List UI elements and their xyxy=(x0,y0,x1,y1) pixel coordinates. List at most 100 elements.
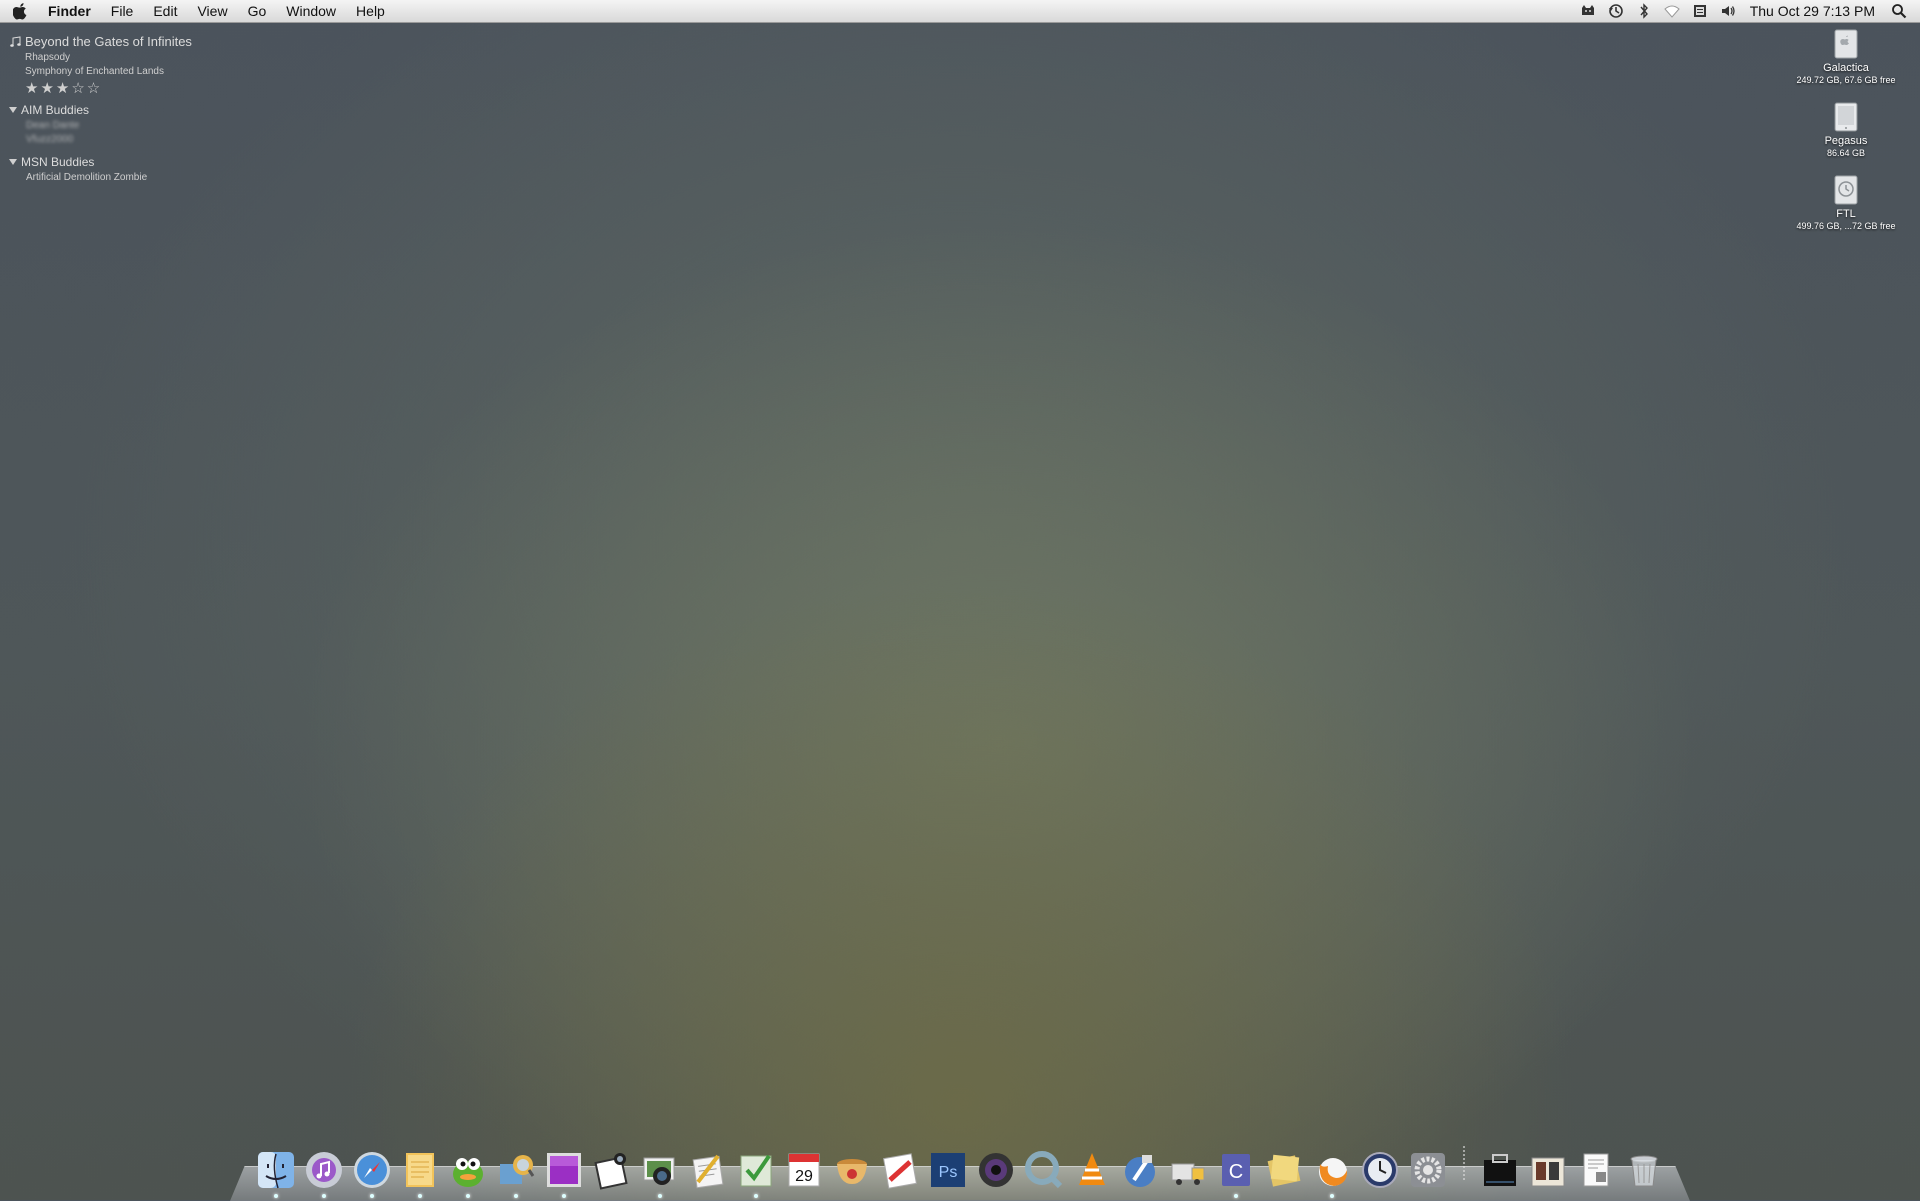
dock-item-adium[interactable] xyxy=(447,1144,489,1198)
running-indicator xyxy=(562,1194,566,1198)
time-machine-icon[interactable] xyxy=(1605,0,1627,22)
now-playing-rating[interactable]: ★★★☆☆ xyxy=(25,79,192,97)
running-indicator xyxy=(754,1194,758,1198)
buddy-group-header[interactable]: MSN Buddies xyxy=(9,155,192,169)
menu-view[interactable]: View xyxy=(187,0,237,22)
photoshop-icon: Ps xyxy=(931,1153,965,1187)
growl-icon[interactable] xyxy=(1577,0,1599,22)
menu-clock[interactable]: Thu Oct 29 7:13 PM xyxy=(1742,3,1885,19)
buddy-item[interactable]: Dean Dante xyxy=(26,120,192,131)
svg-text:C: C xyxy=(1229,1161,1243,1183)
apple-logo-icon xyxy=(12,2,26,19)
drive-pegasus[interactable]: Pegasus 86.64 GB xyxy=(1786,101,1906,158)
cssedit-icon xyxy=(883,1153,917,1189)
bluetooth-icon[interactable] xyxy=(1633,0,1655,22)
now-playing-title[interactable]: Beyond the Gates of Infinites xyxy=(25,34,192,49)
dock-item-xcode[interactable] xyxy=(1119,1144,1161,1190)
buddy-item[interactable]: Artificial Demolition Zombie xyxy=(26,172,192,183)
dock-item-transmit[interactable] xyxy=(1167,1144,1209,1190)
menu-edit[interactable]: Edit xyxy=(143,0,187,22)
transmit-icon xyxy=(1171,1163,1205,1185)
menu-go[interactable]: Go xyxy=(238,0,277,22)
preview-icon xyxy=(594,1153,628,1190)
disclosure-triangle-icon[interactable] xyxy=(9,107,17,113)
purple-app-icon xyxy=(547,1153,581,1187)
running-indicator xyxy=(274,1194,278,1198)
time-machine-drive-icon xyxy=(1834,175,1858,205)
dock-stack-downloads[interactable] xyxy=(1575,1144,1617,1190)
dock-item-vlc[interactable] xyxy=(1071,1144,1113,1190)
aperture-icon xyxy=(979,1153,1013,1187)
firefox-icon xyxy=(1319,1158,1348,1186)
buddy-group-name: MSN Buddies xyxy=(21,155,95,169)
dock-trash[interactable] xyxy=(1623,1144,1665,1190)
dock-item-safari[interactable] xyxy=(351,1144,393,1198)
safari-icon xyxy=(354,1152,390,1188)
running-indicator xyxy=(370,1194,374,1198)
drive-info: 86.64 GB xyxy=(1826,148,1866,158)
drive-info: 249.72 GB, 67.6 GB free xyxy=(1796,75,1896,85)
dock-item-purple-app[interactable] xyxy=(543,1144,585,1198)
menu-window[interactable]: Window xyxy=(276,0,346,22)
now-playing-album: Symphony of Enchanted Lands xyxy=(25,66,164,77)
spotlight-search-icon[interactable] xyxy=(1888,0,1910,22)
buddy-group-msn: MSN Buddies Artificial Demolition Zombie xyxy=(9,155,192,183)
system-preferences-icon xyxy=(1411,1153,1445,1187)
drive-name: Galactica xyxy=(1823,62,1869,74)
external-drive-icon xyxy=(1834,102,1858,132)
dock-item-firefox[interactable] xyxy=(1311,1144,1353,1198)
dock-item-coffee[interactable] xyxy=(831,1144,873,1190)
now-playing-title-row: Beyond the Gates of Infinites xyxy=(9,34,192,49)
dock-item-preview[interactable] xyxy=(591,1144,633,1190)
dock-item-finder[interactable] xyxy=(255,1144,297,1198)
dock-item-iphoto[interactable] xyxy=(639,1144,681,1198)
running-indicator xyxy=(658,1194,662,1198)
dock-item-things[interactable] xyxy=(735,1144,777,1198)
wifi-icon[interactable] xyxy=(1661,0,1683,22)
adium-icon xyxy=(453,1158,483,1187)
buddy-group-aim: AIM Buddies Dean Dante Vfuzz2000 xyxy=(9,103,192,145)
ical-icon: 29 xyxy=(788,1153,820,1187)
dock-item-time-machine[interactable] xyxy=(1359,1144,1401,1190)
keyboard-input-icon[interactable] xyxy=(1689,0,1711,22)
running-indicator xyxy=(466,1194,470,1198)
cyberduck-icon xyxy=(500,1155,535,1184)
photoshop-label: Ps xyxy=(939,1164,958,1181)
dock-item-cssedit[interactable] xyxy=(879,1144,921,1190)
disclosure-triangle-icon[interactable] xyxy=(9,159,17,165)
dock-item-textedit[interactable] xyxy=(687,1144,729,1190)
drive-name: Pegasus xyxy=(1824,135,1868,147)
things-icon xyxy=(740,1154,772,1187)
menu-bar: Finder File Edit View Go Window Help Thu… xyxy=(0,0,1920,23)
volume-icon[interactable] xyxy=(1717,0,1739,22)
applications-stack-icon xyxy=(1484,1154,1516,1186)
dock-item-photoshop[interactable]: Ps xyxy=(927,1144,969,1190)
itunes-icon xyxy=(306,1152,342,1188)
dock-item-system-preferences[interactable] xyxy=(1407,1144,1449,1190)
drive-ftl[interactable]: FTL 499.76 GB, ...72 GB free xyxy=(1786,174,1906,231)
dock-item-coda[interactable]: C xyxy=(1215,1144,1257,1198)
hard-drive-icon xyxy=(1834,29,1858,59)
vlc-icon xyxy=(1079,1153,1105,1185)
dock-stack-documents[interactable] xyxy=(1527,1144,1569,1190)
dock-item-quicktime[interactable] xyxy=(1023,1144,1065,1190)
dock-item-itunes[interactable] xyxy=(303,1144,345,1198)
quicktime-icon xyxy=(1025,1151,1063,1189)
dock-item-cyberduck[interactable] xyxy=(495,1144,537,1198)
apple-menu[interactable] xyxy=(0,2,40,20)
dock-item-ical[interactable]: 29 xyxy=(783,1144,825,1190)
dock-item-stickies[interactable] xyxy=(1263,1144,1305,1190)
drive-galactica[interactable]: Galactica 249.72 GB, 67.6 GB free xyxy=(1786,28,1906,85)
buddy-group-name: AIM Buddies xyxy=(21,103,90,117)
buddy-item[interactable]: Vfuzz2000 xyxy=(26,134,192,145)
buddy-group-header[interactable]: AIM Buddies xyxy=(9,103,192,117)
dock-item-notes[interactable] xyxy=(399,1144,441,1198)
dock-item-aperture[interactable] xyxy=(975,1144,1017,1190)
dock-stack-applications[interactable] xyxy=(1479,1144,1521,1190)
iphoto-icon xyxy=(643,1157,675,1185)
menu-help[interactable]: Help xyxy=(346,0,395,22)
now-playing-artist: Rhapsody xyxy=(25,52,71,63)
menu-app-finder[interactable]: Finder xyxy=(40,0,101,22)
dock-separator[interactable] xyxy=(1463,1146,1465,1182)
menu-file[interactable]: File xyxy=(101,0,144,22)
